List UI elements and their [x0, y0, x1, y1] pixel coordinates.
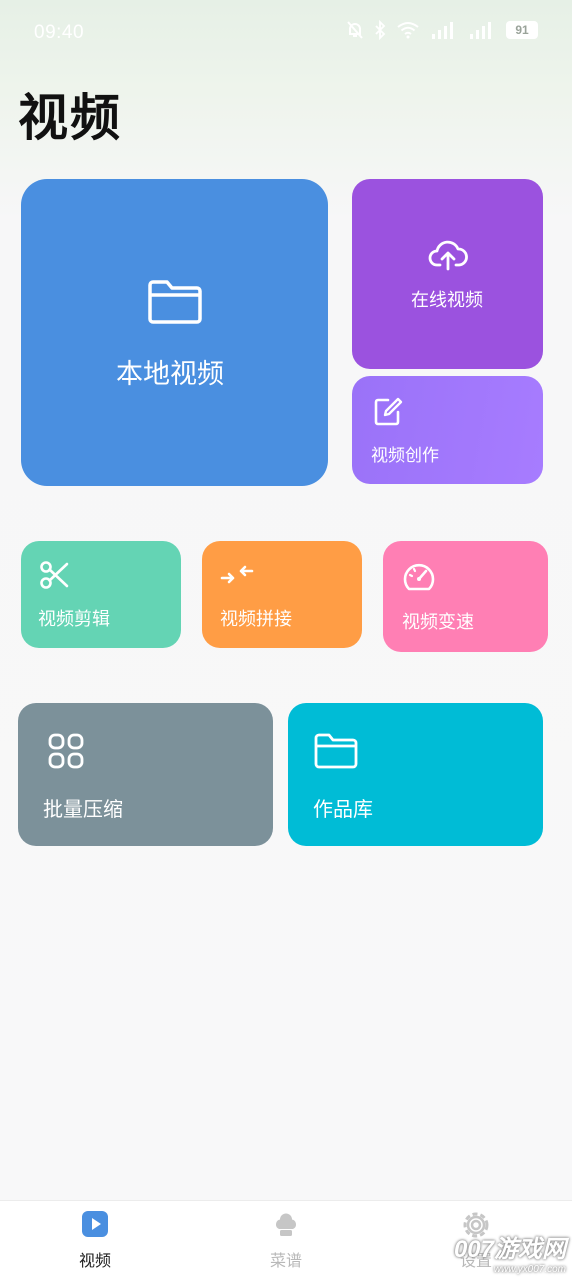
video-join-label: 视频拼接: [220, 609, 292, 630]
video-create-label: 视频创作: [371, 446, 439, 466]
batch-compress-label: 批量压缩: [43, 797, 123, 821]
cloud-upload-icon: [428, 240, 468, 271]
status-bar: 09:40 91: [0, 0, 572, 62]
tab-recipes[interactable]: 菜谱: [226, 1201, 346, 1279]
video-create-tile[interactable]: 视频创作: [352, 376, 543, 484]
works-library-label: 作品库: [313, 797, 373, 821]
watermark-brand: 007游戏网: [453, 1236, 566, 1263]
tab-recipes-label: 菜谱: [269, 1251, 302, 1270]
scissors-icon: [40, 561, 69, 589]
signal-icon-2: [470, 22, 491, 39]
merge-arrows-icon: [220, 565, 254, 584]
local-video-tile[interactable]: 本地视频: [21, 179, 328, 486]
watermark: 007游戏网 www.yx007.com: [454, 1229, 566, 1275]
bluetooth-icon: [375, 20, 386, 40]
video-edit-tile[interactable]: 视频剪辑: [21, 541, 181, 648]
tab-video-label: 视频: [78, 1251, 111, 1270]
works-library-tile[interactable]: 作品库: [288, 703, 543, 846]
status-time: 09:40: [34, 22, 85, 43]
mute-bell-icon: [347, 21, 363, 39]
grid-icon: [48, 733, 84, 769]
bottom-tab-bar: 视频 菜谱 设置 007游戏网 www.yx007.com: [0, 1200, 572, 1279]
local-video-label: 本地视频: [116, 359, 224, 390]
video-speed-tile[interactable]: 视频变速: [383, 541, 548, 652]
play-icon: [82, 1211, 108, 1237]
speedometer-icon: [403, 563, 435, 591]
wifi-icon: [397, 22, 419, 39]
edit-icon: [374, 397, 403, 426]
online-video-tile[interactable]: 在线视频: [352, 179, 543, 369]
battery-indicator: 91: [506, 21, 538, 39]
online-video-label: 在线视频: [411, 290, 483, 311]
signal-icon-1: [432, 22, 453, 39]
folder-icon: [148, 280, 202, 324]
video-speed-label: 视频变速: [402, 612, 474, 633]
folder-icon: [314, 733, 358, 769]
chef-hat-icon: [275, 1213, 297, 1236]
video-edit-label: 视频剪辑: [38, 609, 110, 630]
page-title: 视频: [18, 89, 122, 147]
watermark-url: www.yx007.com: [493, 1264, 566, 1275]
tab-video[interactable]: 视频: [35, 1201, 155, 1279]
batch-compress-tile[interactable]: 批量压缩: [18, 703, 273, 846]
video-join-tile[interactable]: 视频拼接: [202, 541, 362, 648]
status-icons: 91: [346, 20, 538, 40]
